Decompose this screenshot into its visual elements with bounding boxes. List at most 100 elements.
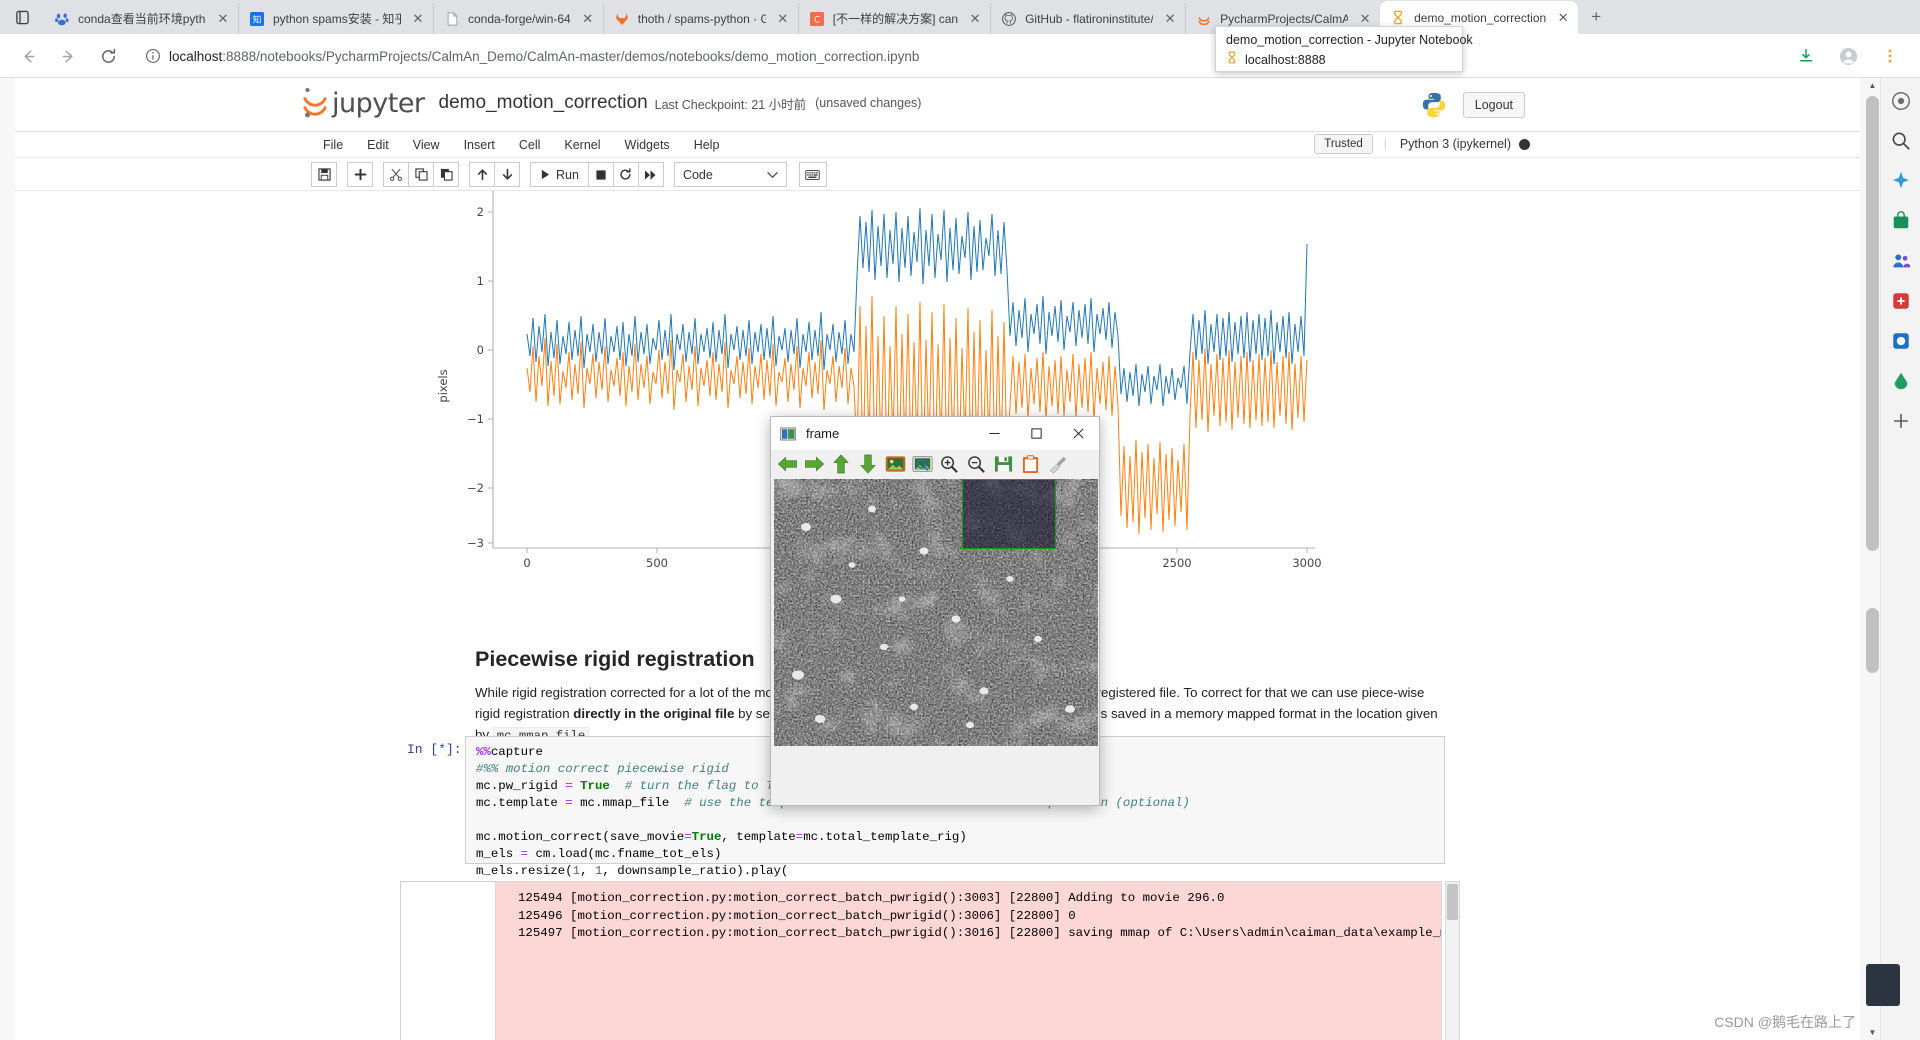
close-icon[interactable] (1057, 417, 1099, 450)
jupyter-brand[interactable]: jupyter demo_motion_correction Last Chec… (301, 86, 921, 120)
browser-tab-3[interactable]: thoth / spams-python · GitLab ✕ (602, 3, 798, 34)
office-icon[interactable] (1888, 328, 1914, 354)
menu-widgets[interactable]: Widgets (613, 132, 682, 158)
address-bar-url: localhost:8888/notebooks/PycharmProjects… (169, 49, 919, 64)
tab-close-icon[interactable]: ✕ (964, 8, 986, 30)
downloads-icon[interactable] (1786, 36, 1826, 76)
back-button[interactable] (8, 36, 48, 76)
frame-window-titlebar[interactable]: frame (771, 417, 1099, 450)
restart-kernel-button[interactable] (612, 162, 639, 187)
trusted-badge[interactable]: Trusted (1314, 134, 1373, 154)
restart-and-run-all-button[interactable] (637, 162, 664, 187)
tools-icon[interactable] (1888, 288, 1914, 314)
maximize-icon[interactable] (1015, 417, 1057, 450)
minimize-icon[interactable] (973, 417, 1015, 450)
menu-view[interactable]: View (401, 132, 452, 158)
svg-text:知: 知 (253, 13, 262, 25)
svg-text:3000: 3000 (1292, 556, 1321, 570)
back-arrow-icon[interactable] (775, 452, 799, 476)
scroll-down-arrow-icon[interactable]: ▼ (1865, 1025, 1880, 1040)
insert-cell-button[interactable] (347, 162, 373, 187)
image-icon[interactable] (883, 452, 907, 476)
profile-avatar-icon[interactable] (1828, 36, 1868, 76)
copilot-icon[interactable] (1888, 88, 1914, 114)
tab-close-icon[interactable]: ✕ (1159, 8, 1181, 30)
output-scrollbar[interactable] (1445, 881, 1460, 1040)
browser-tab-0[interactable]: conda查看当前环境python ✕ (44, 3, 238, 34)
down-arrow-icon[interactable] (856, 452, 880, 476)
page-scrollbar[interactable]: ▲ ▼ (1865, 78, 1880, 1040)
tab-list: conda查看当前环境python ✕ 知 python spams安装 - 知… (44, 0, 1920, 34)
page-viewport: jupyter demo_motion_correction Last Chec… (0, 78, 1880, 1040)
move-cell-down-button[interactable] (494, 162, 520, 187)
address-bar[interactable]: localhost:8888/notebooks/PycharmProjects… (134, 41, 1778, 71)
menu-kernel[interactable]: Kernel (552, 132, 612, 158)
tab-close-icon[interactable]: ✕ (772, 8, 794, 30)
menu-edit[interactable]: Edit (355, 132, 401, 158)
more-options-icon[interactable] (1870, 36, 1910, 76)
search-icon[interactable] (1888, 128, 1914, 154)
browser-tab-2[interactable]: conda-forge/win-64 ✕ (433, 3, 603, 34)
tab-search-button[interactable] (0, 0, 44, 34)
forward-arrow-icon[interactable] (802, 452, 826, 476)
roi-selection-box[interactable] (962, 479, 1056, 549)
move-cell-up-button[interactable] (469, 162, 495, 187)
tab-close-icon[interactable]: ✕ (1552, 7, 1574, 29)
save-disk-icon[interactable] (991, 452, 1015, 476)
watermark-text: CSDN @鹅毛在路上了 (1714, 1014, 1856, 1030)
output-scrollbar-thumb[interactable] (1447, 884, 1458, 920)
tab-close-icon[interactable]: ✕ (407, 8, 429, 30)
github-icon (1001, 11, 1017, 27)
cell-output-area: 125494 [motion_correction.py:motion_corr… (400, 881, 1460, 1040)
paste-button[interactable] (433, 162, 459, 187)
reload-button[interactable] (88, 36, 128, 76)
browser-tab-5[interactable]: GitHub - flatironinstitute/C ✕ (990, 3, 1185, 34)
people-icon[interactable] (1888, 248, 1914, 274)
page-scrollbar-thumb-secondary[interactable] (1866, 608, 1879, 673)
broom-icon[interactable] (1045, 452, 1069, 476)
logout-button[interactable]: Logout (1462, 92, 1525, 118)
command-palette-button[interactable] (798, 162, 827, 187)
save-button[interactable] (311, 162, 337, 187)
cut-button[interactable] (383, 162, 409, 187)
interrupt-kernel-button[interactable] (587, 162, 614, 187)
tab-close-icon[interactable]: ✕ (577, 8, 599, 30)
shopping-icon[interactable] (1888, 208, 1914, 234)
jupyter-header-right: Logout (1419, 90, 1525, 120)
drop-icon[interactable] (1888, 368, 1914, 394)
toolbar-buttons: Run Code (311, 162, 827, 187)
cell-type-select[interactable]: Code (673, 162, 787, 187)
up-arrow-icon[interactable] (829, 452, 853, 476)
gitlab-icon (614, 11, 630, 27)
markdown-heading: Piecewise rigid registration (475, 647, 755, 671)
jupyter-logo-icon (301, 86, 329, 120)
clipboard-icon[interactable] (1018, 452, 1042, 476)
page-scrollbar-thumb[interactable] (1866, 96, 1879, 551)
menu-help[interactable]: Help (682, 132, 732, 158)
zoom-out-icon[interactable] (964, 452, 988, 476)
menu-cell[interactable]: Cell (507, 132, 553, 158)
kernel-indicator[interactable]: Python 3 (ipykernel) (1384, 137, 1530, 151)
frame-image-window[interactable]: frame (770, 416, 1100, 806)
python-logo-icon (1419, 90, 1449, 120)
copy-button[interactable] (408, 162, 434, 187)
kernel-name-label: Python 3 (ipykernel) (1399, 137, 1511, 151)
add-sidebar-icon[interactable] (1888, 408, 1914, 434)
forward-button[interactable] (48, 36, 88, 76)
scroll-up-arrow-icon[interactable]: ▲ (1865, 78, 1880, 93)
new-tab-button[interactable]: + (1582, 3, 1610, 31)
menu-insert[interactable]: Insert (452, 132, 507, 158)
page-icon (444, 11, 460, 27)
tab-close-icon[interactable]: ✕ (212, 8, 234, 30)
browser-tab-1[interactable]: 知 python spams安装 - 知乎 ✕ (238, 3, 433, 34)
tooltip-url-row: localhost:8888 (1226, 51, 1452, 69)
browser-tab-4[interactable]: C [不一样的解决方案] can ✕ (797, 3, 990, 34)
sparkle-icon[interactable] (1888, 168, 1914, 194)
frame-image-canvas[interactable] (774, 479, 1098, 746)
zoom-in-icon[interactable] (937, 452, 961, 476)
open-image-icon[interactable] (910, 452, 934, 476)
run-button[interactable]: Run (530, 162, 589, 187)
menu-file[interactable]: File (311, 132, 355, 158)
notebook-title[interactable]: demo_motion_correction (439, 92, 648, 114)
site-info-icon[interactable] (140, 43, 166, 69)
